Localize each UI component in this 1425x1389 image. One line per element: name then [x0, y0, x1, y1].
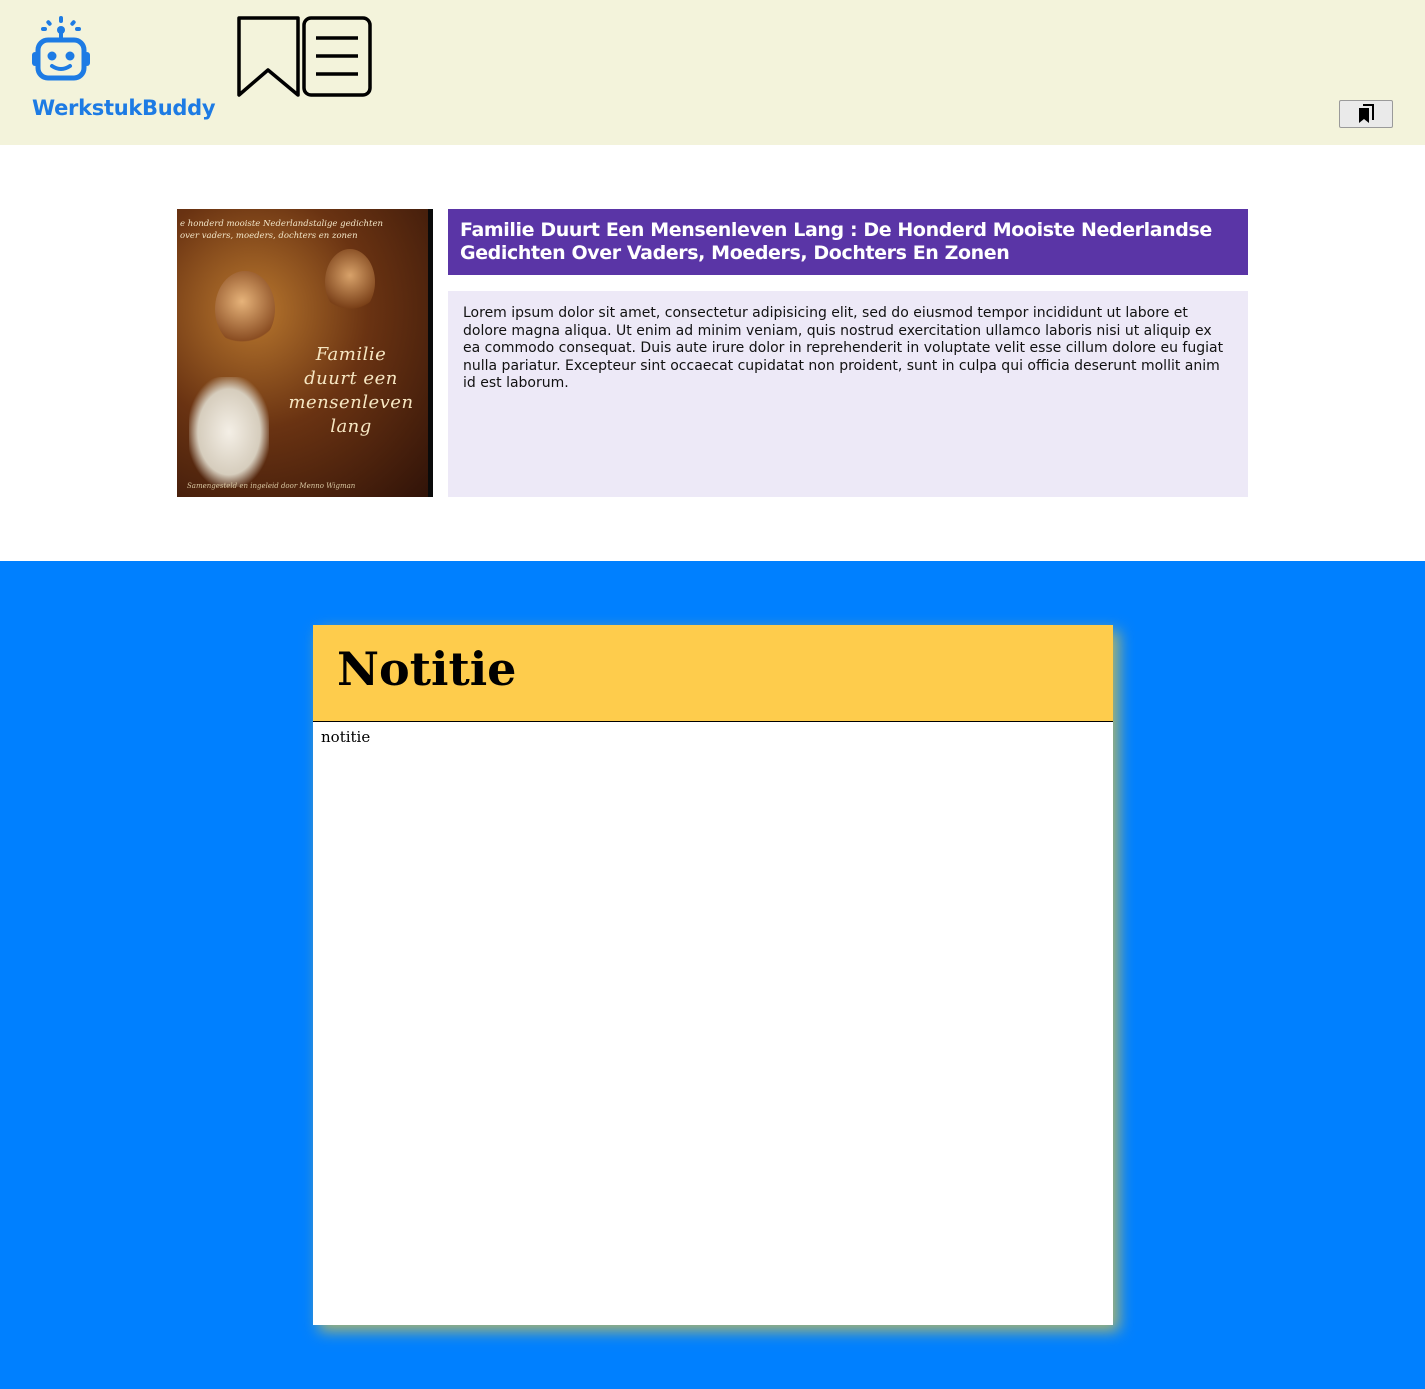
note-heading: Notitie — [337, 642, 517, 696]
cover-photo-girls — [189, 377, 269, 487]
cover-portrait-woman — [215, 271, 275, 347]
book-open-icon[interactable] — [236, 14, 376, 99]
book-description-box: Lorem ipsum dolor sit amet, consectetur … — [448, 291, 1248, 497]
book-detail: e honderd mooiste Nederlandstalige gedic… — [0, 145, 1425, 561]
bookmarks-button[interactable] — [1339, 100, 1393, 128]
cover-spine-edge — [428, 209, 433, 497]
note-text-area[interactable]: notitie — [313, 722, 1113, 752]
cover-portrait-man — [325, 249, 375, 315]
bookmarks-icon — [1359, 104, 1374, 123]
cover-blurb: e honderd mooiste Nederlandstalige gedic… — [180, 219, 383, 241]
note-header: Notitie — [313, 625, 1113, 722]
robot-icon — [32, 16, 90, 81]
book-cover: e honderd mooiste Nederlandstalige gedic… — [177, 209, 433, 497]
cover-title: Familie duurt een mensenleven lang — [288, 344, 414, 437]
note-section: Notitie notitie — [0, 561, 1425, 1389]
book-title-bar: Familie Duurt Een Mensenleven Lang : De … — [448, 209, 1248, 275]
site-header: WerkstukBuddy — [0, 0, 1425, 145]
brand-logo[interactable]: WerkstukBuddy — [30, 14, 240, 120]
note-card: Notitie notitie — [313, 625, 1113, 1325]
book-title: Familie Duurt Een Mensenleven Lang : De … — [460, 219, 1212, 264]
cover-credit: Samengesteld en ingeleid door Menno Wigm… — [187, 482, 356, 490]
book-description: Lorem ipsum dolor sit amet, consectetur … — [463, 305, 1224, 391]
brand-name: WerkstukBuddy — [32, 96, 216, 120]
